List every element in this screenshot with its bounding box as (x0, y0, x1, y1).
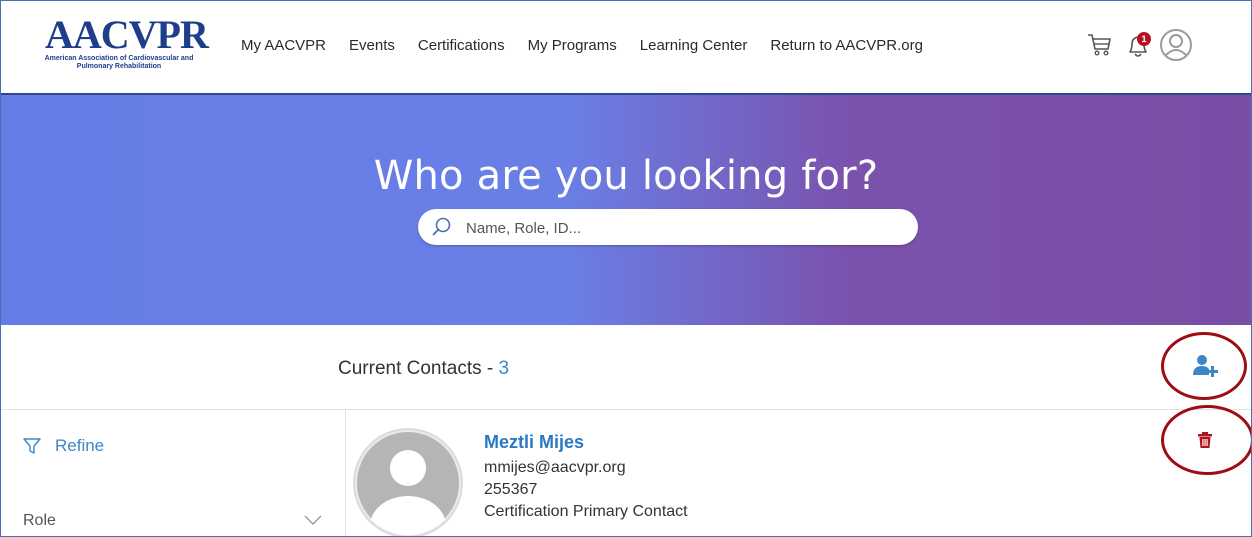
contacts-header: Current Contacts - 3 (1, 325, 1251, 410)
search-icon (432, 217, 451, 236)
nav-my-aacvpr[interactable]: My AACVPR (241, 37, 326, 54)
contacts-count: 3 (498, 358, 510, 379)
chevron-down-icon[interactable] (304, 514, 322, 526)
main-nav: My AACVPR Events Certifications My Progr… (241, 37, 946, 54)
top-header: AACVPR American Association of Cardiovas… (1, 1, 1251, 95)
contacts-title: Current Contacts - 3 (338, 358, 509, 380)
logo-text: AACVPR (45, 12, 209, 57)
nav-return-to-aacvpr[interactable]: Return to AACVPR.org (770, 37, 923, 54)
search-box[interactable] (418, 209, 918, 245)
search-input[interactable] (464, 215, 908, 241)
nav-certifications[interactable]: Certifications (418, 37, 505, 54)
app-window: AACVPR American Association of Cardiovas… (0, 0, 1252, 537)
hero-title: Who are you looking for? (373, 153, 879, 199)
nav-learning-center[interactable]: Learning Center (640, 37, 748, 54)
role-filter-label: Role (23, 512, 56, 529)
contact-name[interactable]: Meztli Mijes (484, 432, 584, 453)
contact-email: mmijes@aacvpr.org (484, 459, 626, 476)
filter-icon (23, 438, 41, 454)
annotation-circle-trash (1161, 405, 1251, 475)
contacts-title-label: Current Contacts - (338, 358, 499, 379)
contact-id: 255367 (484, 481, 538, 498)
contact-avatar (353, 428, 463, 536)
refine-label: Refine (55, 436, 105, 455)
cart-icon[interactable] (1086, 31, 1112, 57)
contact-card: Meztli Mijes mmijes@aacvpr.org 255367 Ce… (346, 405, 1251, 536)
annotation-circle-add (1161, 332, 1247, 400)
refine-toggle[interactable]: Refine (23, 436, 104, 456)
notification-badge: 1 (1137, 32, 1151, 46)
aacvpr-logo[interactable]: AACVPR American Association of Cardiovas… (29, 15, 209, 77)
search-hero: Who are you looking for? (1, 95, 1251, 325)
logo-subtitle: American Association of Cardiovascular a… (44, 55, 194, 70)
nav-events[interactable]: Events (349, 37, 395, 54)
avatar-icon[interactable] (1160, 29, 1192, 61)
contact-role: Certification Primary Contact (484, 503, 688, 520)
refine-sidebar: Refine Role (1, 410, 346, 536)
nav-my-programs[interactable]: My Programs (528, 37, 617, 54)
